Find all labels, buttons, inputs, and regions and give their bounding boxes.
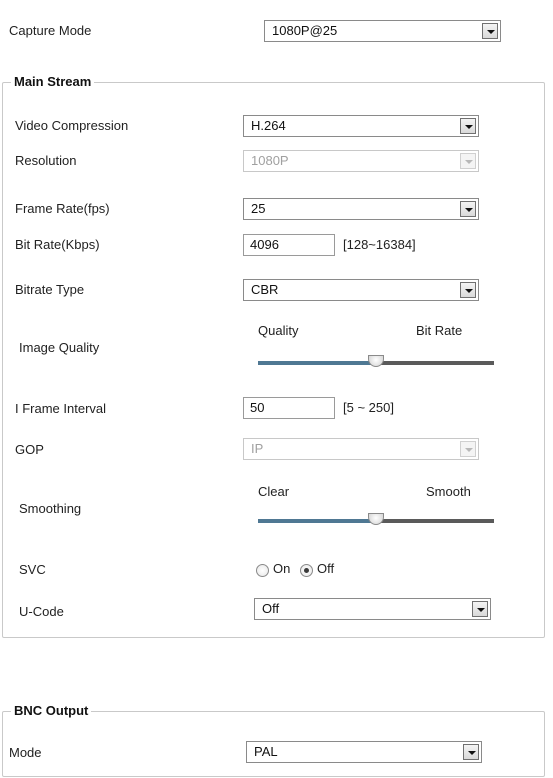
chevron-down-icon[interactable] [460,118,476,134]
svc-off-label[interactable]: Off [317,561,334,577]
svc-on-radio[interactable] [256,564,269,577]
image-quality-right-label: Bit Rate [416,323,463,338]
frame-rate-value: 25 [251,201,266,216]
svc-off-radio[interactable] [300,564,313,577]
i-frame-interval-range: [5 ~ 250] [343,400,394,415]
bit-rate-input[interactable]: 4096 [243,234,335,256]
chevron-down-icon[interactable] [482,23,498,39]
bit-rate-label: Bit Rate(Kbps) [15,237,100,252]
chevron-down-icon[interactable] [460,201,476,217]
frame-rate-label: Frame Rate(fps) [15,201,110,216]
frame-rate-select[interactable]: 25 [243,198,479,220]
smoothing-label: Smoothing [19,501,82,516]
i-frame-interval-input[interactable]: 50 [243,397,335,419]
u-code-label: U-Code [19,604,64,619]
smoothing-right-label: Smooth [426,484,471,499]
chevron-down-icon[interactable] [472,601,488,617]
image-quality-track-filled[interactable] [258,361,376,365]
capture-mode-select[interactable]: 1080P@25 [264,20,501,42]
resolution-value: 1080P [251,153,289,168]
smoothing-track-filled[interactable] [258,519,376,523]
mode-label: Mode [9,745,42,760]
svc-on-label[interactable]: On [273,561,290,577]
bit-rate-range: [128~16384] [343,237,416,252]
capture-mode-value: 1080P@25 [272,23,338,38]
capture-mode-label: Capture Mode [9,23,92,38]
video-compression-value: H.264 [251,118,286,133]
resolution-label: Resolution [15,153,77,168]
chevron-down-icon[interactable] [463,744,479,760]
mode-select[interactable]: PAL [246,741,482,763]
u-code-value: Off [262,601,280,616]
main-stream-legend: Main Stream [11,74,95,90]
chevron-down-icon [460,153,476,169]
bitrate-type-value: CBR [251,282,279,297]
gop-select: IP [243,438,479,460]
video-compression-label: Video Compression [15,118,129,133]
smoothing-left-label: Clear [258,484,290,499]
image-quality-track-rest[interactable] [376,361,494,365]
image-quality-label: Image Quality [19,340,100,355]
chevron-down-icon [460,441,476,457]
i-frame-interval-label: I Frame Interval [15,401,107,416]
gop-value: IP [251,441,264,456]
u-code-select[interactable]: Off [254,598,491,620]
smoothing-track-rest[interactable] [376,519,494,523]
bnc-output-legend: BNC Output [11,703,92,719]
gop-label: GOP [15,442,44,457]
bitrate-type-label: Bitrate Type [15,282,85,297]
bitrate-type-select[interactable]: CBR [243,279,479,301]
video-compression-select[interactable]: H.264 [243,115,479,137]
resolution-select: 1080P [243,150,479,172]
svc-label: SVC [19,562,46,577]
chevron-down-icon[interactable] [460,282,476,298]
mode-value: PAL [254,744,278,759]
image-quality-left-label: Quality [258,323,299,338]
